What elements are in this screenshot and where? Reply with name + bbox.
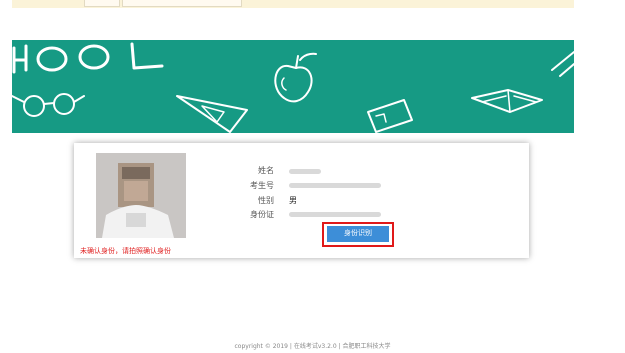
field-labels: 姓名 考生号 性别 身份证 xyxy=(184,143,274,258)
id-card-value xyxy=(289,212,381,217)
id-card-label: 身份证 xyxy=(250,210,274,219)
footer-copyright: copyright © 2019 | 在线考试v3.2.0 | 合肥职工科技大学 xyxy=(234,343,391,350)
identity-verify-button[interactable]: 身份识别 xyxy=(327,226,389,242)
banner-illustration xyxy=(12,42,574,133)
top-bar xyxy=(12,0,574,8)
identity-warning: 未确认身份，请拍照确认身份 xyxy=(80,247,171,255)
identity-card: 未确认身份，请拍照确认身份 姓名 考生号 性别 身份证 男 身份识别 xyxy=(74,143,529,258)
name-value xyxy=(289,169,321,174)
gender-label: 性别 xyxy=(258,196,274,205)
name-label: 姓名 xyxy=(258,166,274,175)
top-bar-field[interactable] xyxy=(122,0,242,7)
gender-value: 男 xyxy=(289,196,297,205)
candidate-photo xyxy=(96,153,186,238)
exam-number-value xyxy=(289,183,381,188)
top-bar-button[interactable] xyxy=(84,0,120,7)
school-banner xyxy=(12,40,574,133)
exam-number-label: 考生号 xyxy=(250,181,274,190)
